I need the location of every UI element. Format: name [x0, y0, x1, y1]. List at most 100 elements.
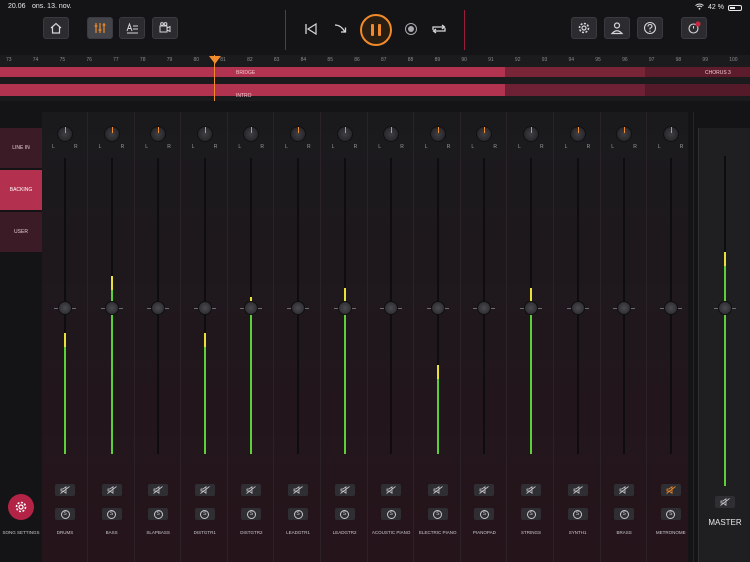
fader-knob[interactable]	[663, 301, 678, 315]
pan-right-label: R	[307, 144, 311, 150]
pan-knob[interactable]	[429, 126, 446, 142]
fader-knob[interactable]	[244, 301, 259, 315]
pan-knob[interactable]	[523, 126, 539, 142]
mute-button[interactable]	[427, 484, 448, 496]
tab-backing[interactable]: BACKING	[0, 170, 42, 210]
pan-left-label: L	[424, 144, 428, 150]
pan-right-label: R	[74, 144, 78, 150]
pan-right-label: R	[633, 144, 637, 150]
song-settings-button[interactable]	[8, 494, 34, 520]
home-button[interactable]	[43, 17, 69, 39]
gear-icon	[578, 22, 590, 34]
settings-button[interactable]	[571, 17, 597, 39]
mute-button[interactable]	[288, 484, 308, 496]
pan-knob[interactable]	[290, 126, 306, 142]
solo-button[interactable]: S	[521, 508, 541, 520]
mute-button[interactable]	[521, 484, 541, 496]
pan-knob[interactable]	[662, 126, 679, 142]
solo-button[interactable]: S	[55, 508, 75, 520]
fader-knob[interactable]	[104, 301, 119, 315]
ruler-tick: 93	[541, 57, 548, 63]
jump-button[interactable]	[330, 18, 352, 40]
solo-button[interactable]: S	[381, 508, 402, 520]
fader-knob[interactable]	[570, 301, 585, 315]
mute-button[interactable]	[567, 484, 588, 496]
ruler-tick: 94	[568, 57, 575, 63]
pan-knob[interactable]	[336, 126, 353, 142]
record-button[interactable]	[400, 18, 422, 40]
pan-right-label: R	[446, 144, 451, 150]
pan-knob[interactable]	[383, 126, 400, 142]
solo-button[interactable]: S	[241, 508, 262, 520]
pause-button[interactable]	[360, 14, 392, 46]
lyrics-icon	[126, 22, 138, 34]
master-mute-button[interactable]	[715, 496, 735, 508]
peak-meter	[203, 333, 206, 347]
fader-knob[interactable]	[617, 301, 632, 315]
playhead-marker-icon[interactable]	[209, 56, 221, 64]
solo-button[interactable]: S	[474, 508, 495, 520]
pan-knob[interactable]	[616, 126, 633, 142]
tab-user[interactable]: USER	[0, 212, 42, 252]
song-settings-label: SONG SETTINGS	[2, 530, 40, 535]
metronome-tempo-button[interactable]	[681, 17, 707, 39]
fader-knob[interactable]	[477, 301, 492, 315]
solo-button[interactable]: S	[288, 508, 308, 520]
channel-strip: L R S METRONOME	[648, 112, 694, 562]
help-button[interactable]	[637, 17, 663, 39]
mute-button[interactable]	[194, 484, 215, 496]
song-settings[interactable]: SONG SETTINGS	[2, 494, 40, 535]
solo-button[interactable]: S	[427, 508, 448, 520]
gear-icon	[15, 501, 27, 513]
master-fader-knob[interactable]	[718, 301, 732, 315]
pan-right-label: R	[679, 144, 684, 150]
mute-button[interactable]	[148, 484, 169, 496]
fader-knob[interactable]	[291, 301, 305, 315]
solo-button[interactable]: S	[101, 508, 122, 520]
mute-button[interactable]	[334, 484, 355, 496]
fader-knob[interactable]	[58, 301, 72, 315]
fader-knob[interactable]	[197, 301, 212, 315]
pan-right-label: R	[353, 144, 358, 150]
mute-button[interactable]	[101, 484, 122, 496]
fader-knob[interactable]	[524, 301, 538, 315]
level-meter	[203, 333, 206, 454]
solo-button[interactable]: S	[194, 508, 215, 520]
mute-button[interactable]	[614, 484, 635, 496]
ruler-tick: 95	[595, 57, 601, 63]
pan-knob[interactable]	[569, 126, 586, 142]
solo-icon: S	[666, 509, 676, 519]
tab-line-in[interactable]: LINE IN	[0, 128, 42, 168]
video-button[interactable]	[152, 17, 178, 39]
fader-knob[interactable]	[151, 301, 166, 315]
speaker-mute-icon	[339, 486, 350, 494]
fader-knob[interactable]	[430, 301, 445, 315]
pan-knob[interactable]	[243, 126, 260, 142]
mute-button[interactable]	[241, 484, 262, 496]
pan-knob[interactable]	[103, 126, 120, 142]
fader-knob[interactable]	[384, 301, 399, 315]
mute-button[interactable]	[474, 484, 495, 496]
solo-button[interactable]: S	[567, 508, 588, 520]
help-icon	[643, 21, 657, 35]
mute-button[interactable]	[381, 484, 402, 496]
mute-button[interactable]	[55, 484, 75, 496]
skip-back-button[interactable]	[300, 18, 322, 40]
pan-knob[interactable]	[476, 126, 493, 142]
pan-knob[interactable]	[150, 126, 167, 142]
pan-knob[interactable]	[196, 126, 213, 142]
mixer-button[interactable]	[87, 17, 113, 39]
lyrics-button[interactable]	[119, 17, 145, 39]
bar-ruler: 73 74 75 76 77 78 79 80 81 82 83 84 85 86 87 88 89 90 91 92…	[0, 55, 750, 65]
pan-knob[interactable]	[57, 126, 73, 142]
song-timeline[interactable]: 73 74 75 76 77 78 79 80 81 82 83 84 85 86 87 88 89 90 91 92…	[0, 55, 750, 101]
mute-button[interactable]	[660, 484, 681, 496]
solo-button[interactable]: S	[614, 508, 635, 520]
solo-button[interactable]: S	[334, 508, 355, 520]
account-button[interactable]	[604, 17, 630, 39]
solo-button[interactable]: S	[148, 508, 169, 520]
solo-button[interactable]: S	[660, 508, 681, 520]
fader-knob[interactable]	[337, 301, 352, 315]
loop-button[interactable]	[428, 18, 450, 40]
ruler-tick: 84	[300, 57, 307, 63]
